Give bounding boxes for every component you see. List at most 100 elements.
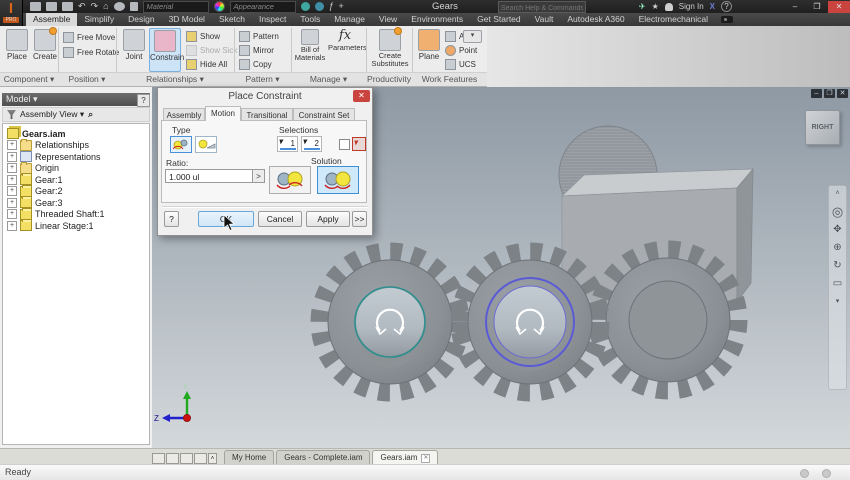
copy-button[interactable]: Copy bbox=[239, 58, 272, 71]
constrain-button[interactable]: Constrain bbox=[149, 28, 184, 72]
expand-icon[interactable]: + bbox=[7, 151, 17, 162]
person-icon[interactable] bbox=[664, 2, 673, 11]
cancel-button[interactable]: Cancel bbox=[258, 211, 302, 227]
tab-motion[interactable]: Motion bbox=[205, 106, 241, 121]
color-wheel-icon[interactable] bbox=[213, 1, 225, 12]
doc-minimize-button[interactable]: – bbox=[811, 89, 822, 98]
close-button[interactable]: ✕ bbox=[828, 0, 850, 13]
show-button[interactable]: Show bbox=[186, 30, 220, 43]
pick-part-first-checkbox[interactable] bbox=[339, 139, 350, 150]
minimize-button[interactable]: – bbox=[784, 1, 806, 13]
viewcube[interactable]: RIGHT bbox=[805, 110, 840, 145]
expand-icon[interactable]: + bbox=[7, 174, 17, 185]
expand-icon[interactable]: + bbox=[7, 197, 17, 208]
render-icon[interactable] bbox=[113, 2, 125, 11]
tree-item-linear-stage-1[interactable]: + Linear Stage:1 bbox=[3, 219, 149, 232]
tab-get-started[interactable]: Get Started bbox=[470, 13, 527, 26]
exchange-icon[interactable]: X bbox=[710, 2, 715, 11]
gear-1[interactable] bbox=[310, 242, 470, 402]
dialog-close-button[interactable]: ✕ bbox=[353, 90, 370, 102]
open-icon[interactable] bbox=[46, 2, 57, 11]
create-button[interactable]: Create bbox=[31, 27, 59, 72]
dialog-help-button[interactable]: ? bbox=[164, 211, 179, 227]
fx-parameters-icon[interactable]: ƒ bbox=[329, 2, 334, 11]
expand-icon[interactable]: + bbox=[7, 186, 17, 197]
doc-restore-button[interactable]: ❐ bbox=[824, 89, 835, 98]
ucs-button[interactable]: UCS bbox=[445, 58, 476, 71]
star-icon[interactable]: ★ bbox=[652, 2, 659, 11]
ratio-flyout-button[interactable]: > bbox=[253, 169, 265, 183]
component-group-label[interactable]: Component ▾ bbox=[0, 72, 58, 86]
free-move-button[interactable]: Free Move bbox=[63, 31, 115, 44]
measure-icon[interactable] bbox=[129, 2, 138, 11]
search-browser-icon[interactable]: ⌕ bbox=[88, 109, 93, 120]
point-button[interactable]: Point bbox=[445, 44, 477, 57]
expand-icon[interactable]: + bbox=[7, 209, 17, 220]
expand-icon[interactable]: + bbox=[7, 220, 17, 231]
help-icon[interactable]: ? bbox=[721, 1, 732, 12]
arrange-vertical-icon[interactable] bbox=[194, 453, 207, 464]
gear-3[interactable] bbox=[588, 240, 748, 400]
screen-record-icon[interactable] bbox=[721, 16, 734, 23]
cascade-windows-icon[interactable] bbox=[152, 453, 165, 464]
pattern-button[interactable]: Pattern bbox=[239, 30, 279, 43]
relationships-group-label[interactable]: Relationships ▾ bbox=[116, 72, 234, 86]
navbar-more-icon[interactable]: ▾ bbox=[836, 296, 840, 308]
tab-manage[interactable]: Manage bbox=[327, 13, 372, 26]
tab-close-icon[interactable]: ✕ bbox=[421, 454, 431, 463]
gear-2[interactable] bbox=[450, 242, 610, 402]
tab-assemble[interactable]: Assemble bbox=[26, 13, 78, 26]
adjust-icon[interactable] bbox=[300, 2, 310, 11]
home-icon[interactable]: ⌂ bbox=[103, 2, 108, 11]
position-group-label[interactable]: Position ▾ bbox=[58, 72, 116, 86]
clear-overrides-icon[interactable] bbox=[314, 2, 324, 11]
ratio-input[interactable]: 1.000 ul bbox=[165, 169, 253, 183]
tab-environments[interactable]: Environments bbox=[404, 13, 470, 26]
joint-button[interactable]: Joint bbox=[120, 28, 148, 72]
rotation-type-button[interactable] bbox=[170, 136, 192, 153]
send-icon[interactable]: ✈ bbox=[639, 2, 646, 11]
place-button[interactable]: Place bbox=[3, 28, 31, 72]
pan-icon[interactable]: ✥ bbox=[833, 224, 841, 236]
zoom-icon[interactable]: ⊕ bbox=[833, 242, 841, 254]
pattern-group-label[interactable]: Pattern ▾ bbox=[234, 72, 291, 86]
tabbar-expand-icon[interactable]: ˄ bbox=[208, 453, 217, 464]
parameters-button[interactable]: fx Parameters bbox=[328, 28, 367, 72]
maximize-button[interactable]: ❐ bbox=[806, 1, 828, 13]
rotation-translation-type-button[interactable] bbox=[195, 136, 217, 153]
new-file-icon[interactable] bbox=[30, 2, 41, 11]
hide-all-button[interactable]: Hide All bbox=[186, 58, 227, 71]
app-logo[interactable]: I PRO bbox=[0, 0, 23, 26]
undo-icon[interactable]: ↶ bbox=[78, 2, 86, 11]
tile-windows-icon[interactable] bbox=[166, 453, 179, 464]
tab-vault[interactable]: Vault bbox=[528, 13, 561, 26]
doc-close-button[interactable]: ✕ bbox=[837, 89, 848, 98]
navbar-collapse-icon[interactable]: ˄ bbox=[835, 188, 839, 200]
ribbon-overflow-button[interactable]: ▾ bbox=[463, 30, 482, 43]
expand-icon[interactable]: + bbox=[7, 140, 17, 151]
tab-gears-complete-iam[interactable]: Gears - Complete.iam bbox=[276, 450, 371, 464]
sign-in-link[interactable]: Sign In bbox=[679, 2, 704, 11]
tab-inspect[interactable]: Inspect bbox=[252, 13, 293, 26]
redo-icon[interactable]: ↷ bbox=[91, 2, 99, 11]
solution-forward-button[interactable] bbox=[269, 166, 311, 194]
more-options-button[interactable]: >> bbox=[352, 211, 367, 227]
save-icon[interactable] bbox=[62, 2, 73, 11]
browser-header[interactable]: Model ▾ bbox=[2, 93, 150, 106]
second-selection-button[interactable]: 2 bbox=[301, 136, 322, 152]
material-combobox[interactable]: Material bbox=[142, 0, 209, 13]
first-selection-button[interactable]: 1 bbox=[277, 136, 298, 152]
navigation-wheel-icon[interactable]: ◎ bbox=[832, 205, 843, 218]
tree-item-relationships[interactable]: + Relationships bbox=[3, 138, 149, 152]
apply-button[interactable]: Apply bbox=[306, 211, 350, 227]
look-at-icon[interactable]: ▭ bbox=[833, 278, 842, 290]
help-search-box[interactable] bbox=[498, 1, 586, 14]
manage-group-label[interactable]: Manage ▾ bbox=[291, 72, 366, 86]
appearance-combobox[interactable]: Appearance bbox=[229, 0, 296, 13]
orbit-icon[interactable]: ↻ bbox=[833, 260, 841, 272]
free-rotate-button[interactable]: Free Rotate bbox=[63, 46, 119, 59]
view-selector[interactable]: Assembly View ▾ bbox=[20, 109, 84, 120]
mirror-button[interactable]: Mirror bbox=[239, 44, 274, 57]
tab-autodesk-a360[interactable]: Autodesk A360 bbox=[560, 13, 631, 26]
expand-icon[interactable]: + bbox=[7, 163, 17, 174]
